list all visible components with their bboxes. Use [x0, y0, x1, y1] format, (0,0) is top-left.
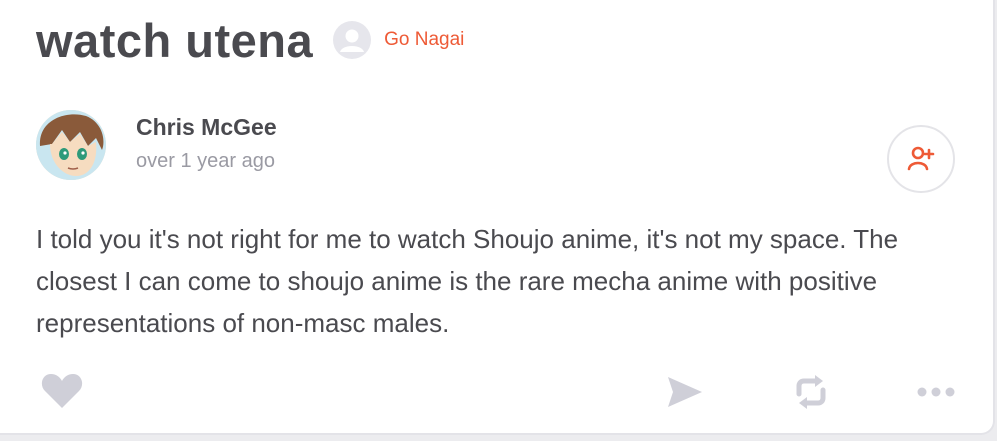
share-button[interactable]	[664, 372, 706, 412]
repost-icon	[791, 372, 831, 412]
user-placeholder-icon[interactable]	[333, 21, 372, 59]
add-user-icon	[906, 144, 936, 174]
post-body: I told you it's not right for me to watc…	[36, 224, 899, 338]
heart-icon	[40, 373, 84, 409]
post-title: watch utena	[36, 13, 314, 67]
post-header: watch utena Go Nagai	[36, 0, 464, 80]
author-avatar[interactable]	[36, 110, 106, 180]
post-card: watch utena Go Nagai Chris McGee over 1 …	[0, 0, 995, 435]
follow-button[interactable]	[887, 125, 955, 193]
tag-link[interactable]: Go Nagai	[384, 29, 464, 51]
send-icon	[666, 375, 704, 409]
more-icon	[916, 386, 956, 398]
more-button[interactable]	[914, 380, 958, 404]
author-name[interactable]: Chris McGee	[136, 114, 277, 141]
repost-button[interactable]	[788, 371, 834, 413]
post-timestamp[interactable]: over 1 year ago	[136, 150, 275, 173]
like-button[interactable]	[38, 371, 86, 411]
